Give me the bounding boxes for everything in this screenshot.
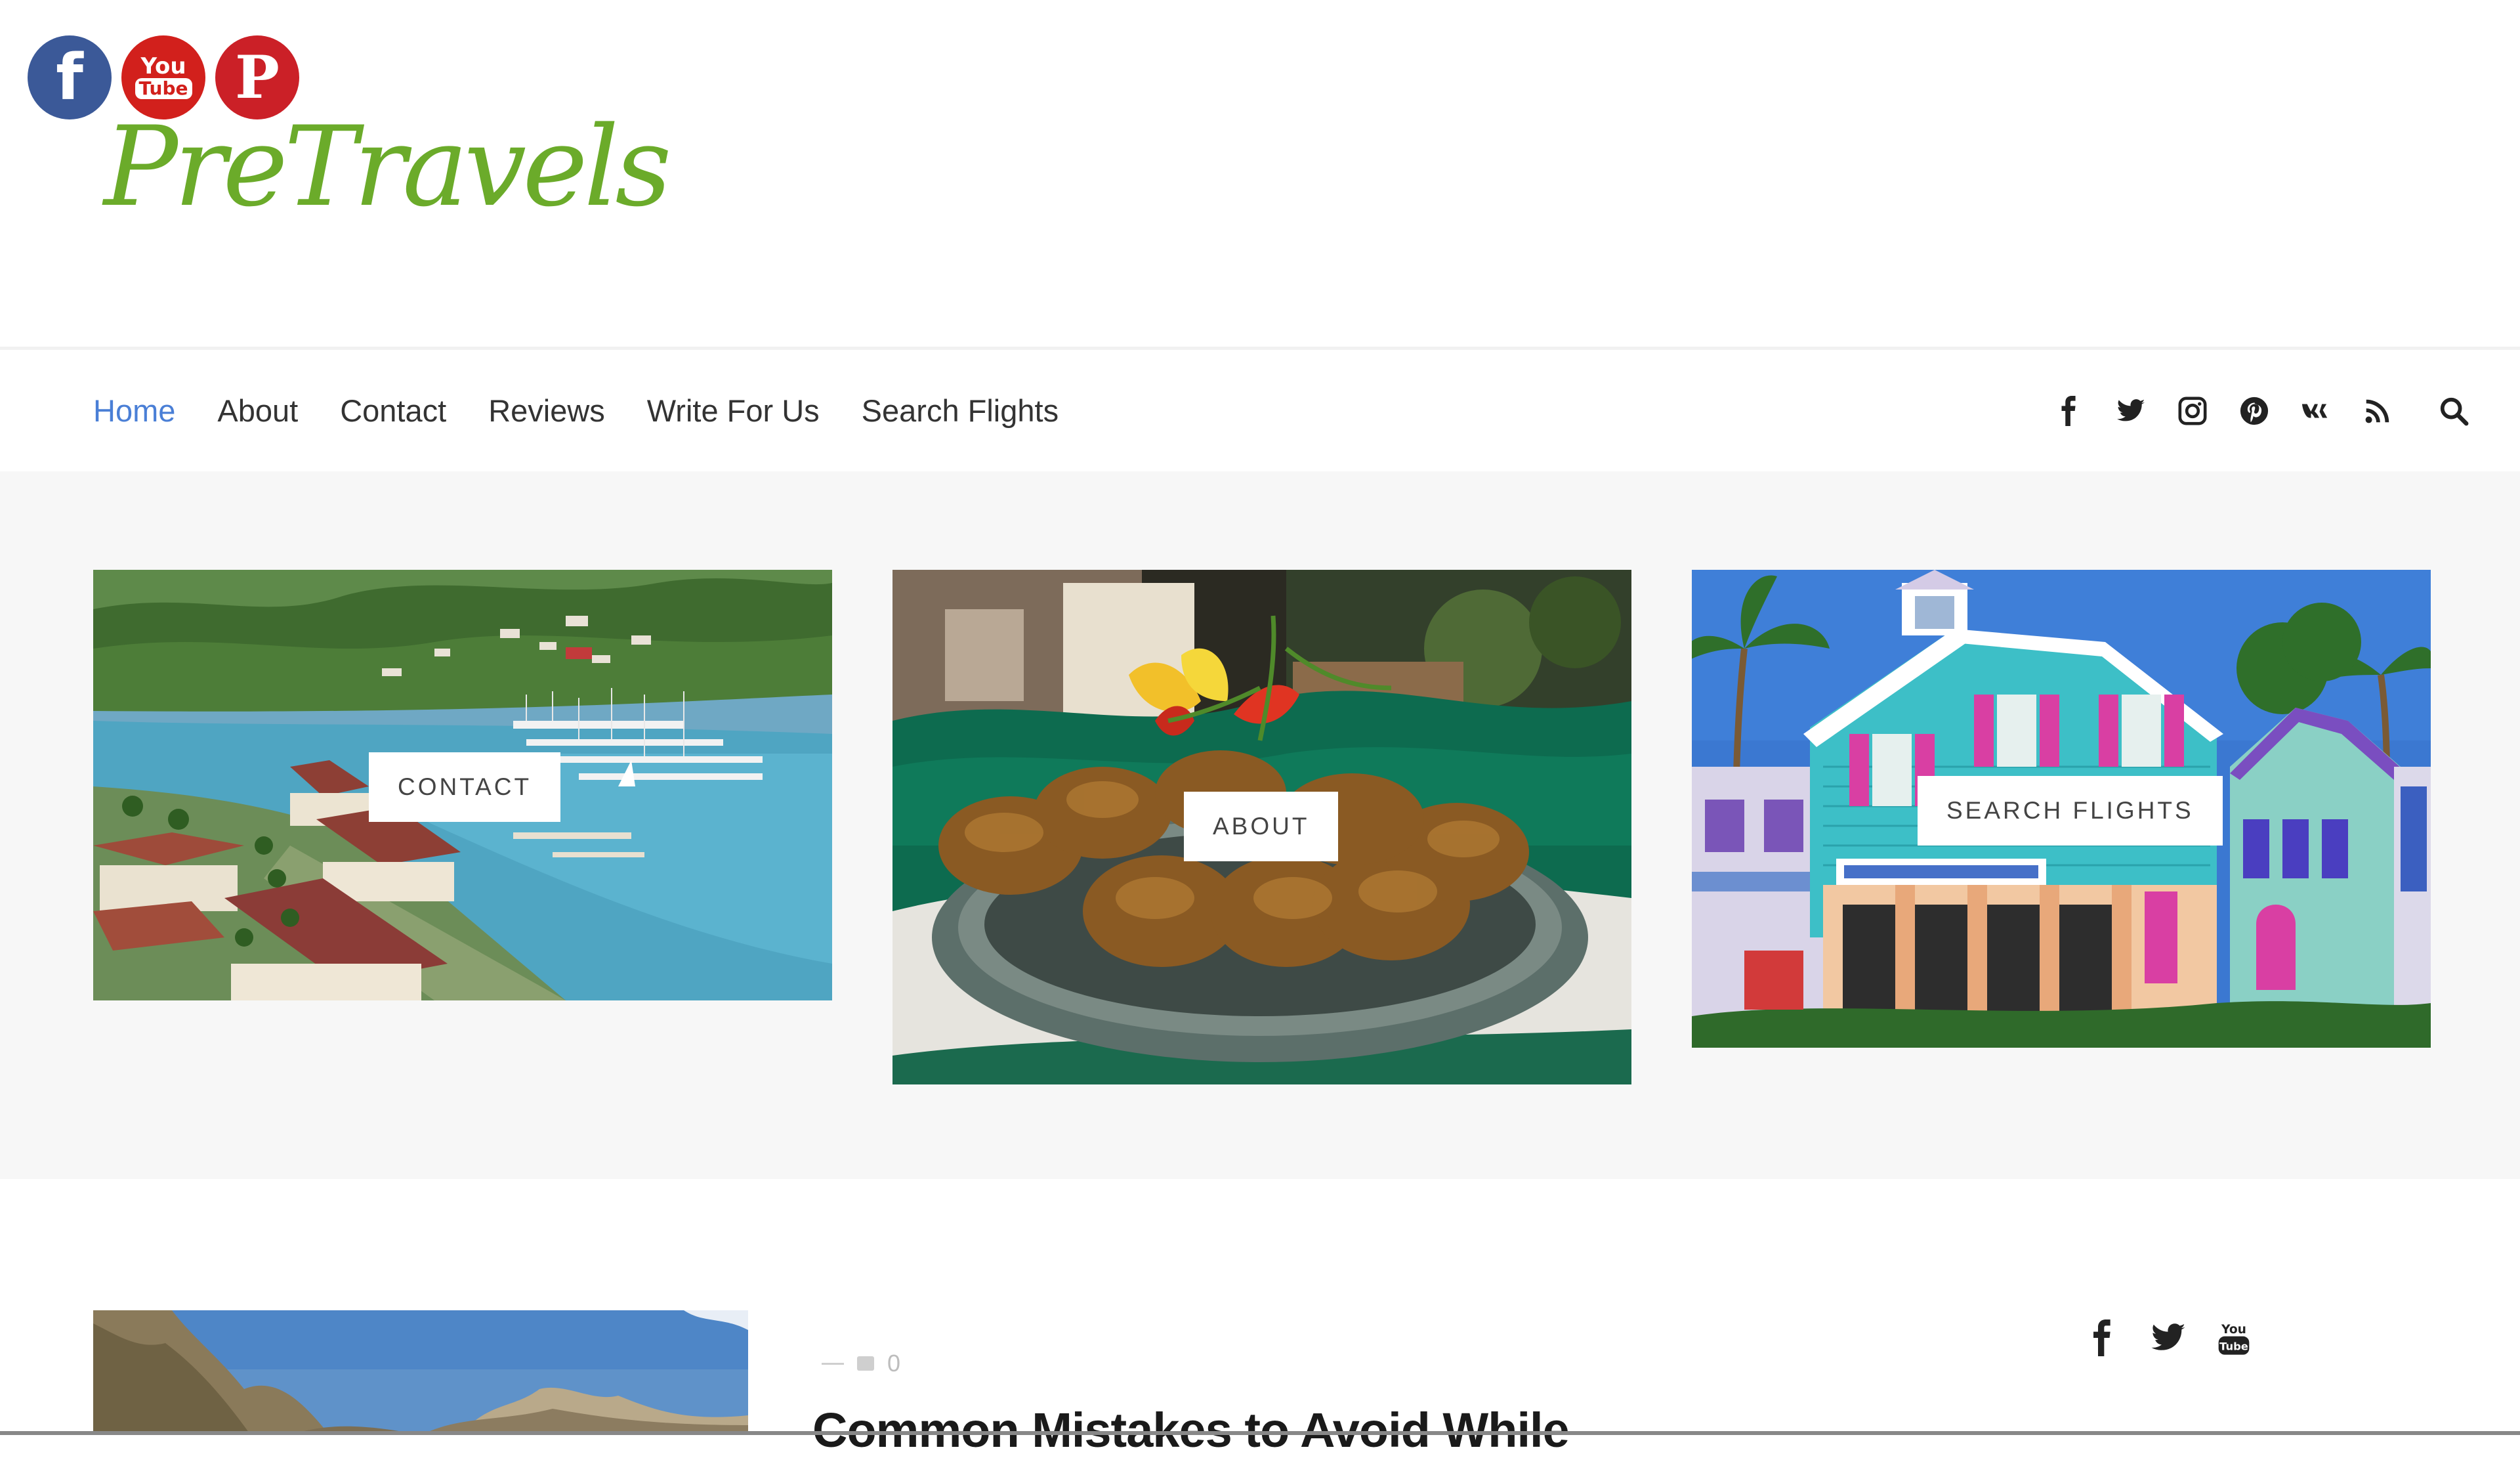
pinterest-icon[interactable] bbox=[2239, 396, 2269, 426]
nav-item-search-flights[interactable]: Search Flights bbox=[862, 393, 1059, 429]
nav-item-contact[interactable]: Contact bbox=[340, 393, 446, 429]
site-header: f You Tube P PreTravels bbox=[0, 0, 2520, 347]
nav-item-home[interactable]: Home bbox=[93, 393, 175, 429]
twitter-icon[interactable] bbox=[2116, 396, 2146, 426]
window-bottom-edge bbox=[0, 1431, 2520, 1435]
vk-icon[interactable] bbox=[2301, 396, 2331, 426]
post-title[interactable]: Common Mistakes to Avoid While bbox=[812, 1402, 1570, 1458]
nav-item-write-for-us[interactable]: Write For Us bbox=[647, 393, 820, 429]
sidebar-social-links: You Tube bbox=[2084, 1319, 2252, 1356]
featured-card-label[interactable]: SEARCH FLIGHTS bbox=[1918, 776, 2223, 846]
mountain-landscape-image bbox=[93, 1310, 748, 1435]
nav-item-reviews[interactable]: Reviews bbox=[488, 393, 605, 429]
main-navigation: Home About Contact Reviews Write For Us … bbox=[0, 347, 2520, 471]
comment-icon[interactable] bbox=[857, 1356, 874, 1371]
rss-icon[interactable] bbox=[2362, 396, 2393, 426]
featured-section: CONTACT ABOUT SEARCH FLIGHTS bbox=[0, 471, 2520, 1179]
facebook-glyph: f bbox=[56, 41, 83, 114]
search-icon[interactable] bbox=[2439, 396, 2469, 426]
featured-card-label[interactable]: ABOUT bbox=[1184, 792, 1339, 861]
latest-posts-section: 0 Common Mistakes to Avoid While You Tube bbox=[0, 1179, 2520, 1457]
featured-card-label[interactable]: CONTACT bbox=[369, 752, 561, 822]
nav-item-about[interactable]: About bbox=[217, 393, 298, 429]
facebook-icon[interactable] bbox=[2084, 1319, 2121, 1356]
featured-card-search-flights[interactable]: SEARCH FLIGHTS bbox=[1692, 570, 2431, 1048]
twitter-icon[interactable] bbox=[2150, 1319, 2187, 1356]
instagram-icon[interactable] bbox=[2177, 396, 2208, 426]
svg-text:Tube: Tube bbox=[2219, 1340, 2248, 1353]
facebook-icon[interactable]: f bbox=[28, 35, 112, 119]
featured-card-contact[interactable]: CONTACT bbox=[93, 570, 832, 1000]
comment-count[interactable]: 0 bbox=[887, 1350, 900, 1377]
site-logo[interactable]: PreTravels bbox=[104, 112, 672, 222]
post-thumbnail[interactable] bbox=[93, 1310, 748, 1435]
svg-text:You: You bbox=[2221, 1323, 2246, 1337]
nav-menu: Home About Contact Reviews Write For Us … bbox=[93, 350, 1059, 471]
youtube-icon[interactable]: You Tube bbox=[2216, 1319, 2252, 1356]
facebook-icon[interactable] bbox=[2054, 395, 2084, 426]
youtube-glyph: You Tube bbox=[135, 53, 192, 99]
featured-card-about[interactable]: ABOUT bbox=[892, 570, 1631, 1084]
meta-divider bbox=[822, 1362, 844, 1365]
post-meta: 0 bbox=[822, 1350, 900, 1377]
youtube-glyph-bottom: Tube bbox=[135, 78, 192, 99]
youtube-glyph-top: You bbox=[140, 53, 186, 79]
nav-social-icons bbox=[2054, 350, 2469, 471]
